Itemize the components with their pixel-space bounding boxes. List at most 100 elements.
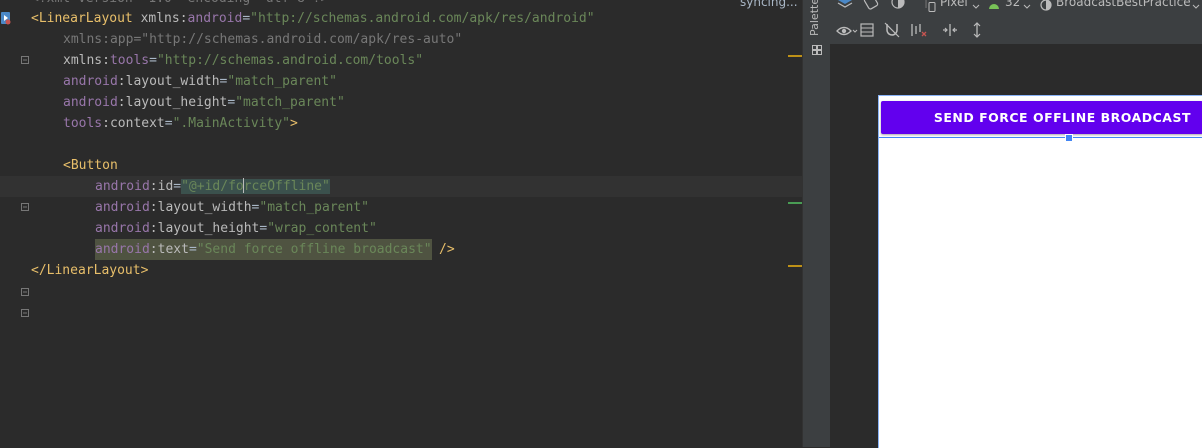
layers-icon[interactable] bbox=[836, 0, 854, 14]
fold-icon[interactable] bbox=[21, 161, 29, 211]
editor-line-12[interactable]: android:text="Send force offline broadca… bbox=[0, 239, 802, 296]
editor-line-10[interactable]: android:layout_width="match_parent" bbox=[0, 197, 802, 218]
selection-outline bbox=[879, 137, 1202, 138]
device-selector[interactable]: Pixel bbox=[940, 0, 968, 9]
equals: = bbox=[188, 242, 197, 257]
tag-close: /> bbox=[439, 242, 455, 257]
colon: : bbox=[117, 74, 126, 89]
editor-line-3[interactable]: xmlns:tools="http://schemas.android.com/… bbox=[0, 50, 802, 71]
attribute-namespace: android bbox=[95, 242, 150, 257]
fold-icon[interactable] bbox=[21, 246, 29, 296]
orientation-icon[interactable] bbox=[862, 0, 880, 14]
colon: : bbox=[117, 95, 126, 110]
code-editor[interactable]: <?xml version="1.0" encoding="utf-8"?> s… bbox=[0, 0, 802, 447]
design-toolbar-top: | Pixel 32 BroadcastBestPractice bbox=[830, 0, 1202, 16]
attribute-name: id bbox=[157, 179, 174, 194]
linearlayout-open-tag: <LinearLayout bbox=[31, 11, 133, 26]
colon: : bbox=[149, 179, 158, 194]
resize-handle[interactable] bbox=[1065, 134, 1073, 142]
magnet-icon[interactable] bbox=[884, 22, 900, 42]
editor-line-9-current[interactable]: android:id="@+id/forceOffline" bbox=[0, 176, 802, 197]
attribute-value: "http://schemas.android.com/apk/res-auto… bbox=[141, 32, 463, 47]
blueprint-icon[interactable] bbox=[860, 22, 874, 41]
colon: : bbox=[149, 200, 158, 215]
colon: : bbox=[179, 11, 188, 26]
xmlns-prefix: xmlns bbox=[63, 53, 103, 68]
attribute-value: ".MainActivity" bbox=[172, 116, 290, 131]
chevron-down-icon[interactable] bbox=[972, 0, 980, 15]
xmlns-prefix: xmlns bbox=[63, 32, 103, 47]
attribute-namespace: android bbox=[95, 221, 150, 236]
attribute-name: context bbox=[109, 116, 165, 131]
attribute-name: layout_height bbox=[125, 95, 228, 110]
attribute-namespace: android bbox=[95, 179, 150, 194]
attribute-value: "Send force offline broadcast" bbox=[196, 242, 432, 257]
night-mode-icon[interactable] bbox=[890, 0, 908, 14]
android-icon[interactable] bbox=[988, 0, 1000, 15]
attribute-value: "match_parent" bbox=[227, 74, 337, 89]
editor-line-7[interactable] bbox=[0, 134, 802, 155]
equals: = bbox=[149, 53, 157, 68]
equals: = bbox=[164, 116, 173, 131]
theme-selector[interactable]: BroadcastBestPractice bbox=[1056, 0, 1191, 9]
namespace-name: app bbox=[109, 32, 134, 47]
equals: = bbox=[173, 179, 182, 194]
vertical-guide-icon[interactable] bbox=[970, 22, 984, 42]
attribute-namespace: tools bbox=[63, 116, 103, 131]
attribute-value: "@+id/fo bbox=[181, 179, 244, 194]
editor-line-8[interactable]: <Button bbox=[0, 155, 802, 211]
fold-icon[interactable] bbox=[21, 14, 29, 64]
attribute-name: layout_width bbox=[157, 200, 252, 215]
warning-marker[interactable] bbox=[788, 265, 802, 267]
attribute-name: layout_width bbox=[125, 74, 220, 89]
attribute-value: "match_parent" bbox=[235, 95, 345, 110]
colon: : bbox=[149, 221, 158, 236]
editor-line-2[interactable]: xmlns:app="http://schemas.android.com/ap… bbox=[0, 29, 802, 50]
attribute-value: "http://schemas.android.com/tools" bbox=[156, 53, 424, 68]
tag-close: > bbox=[290, 116, 298, 131]
namespace-name: android bbox=[187, 11, 243, 26]
attribute-namespace: android bbox=[95, 200, 150, 215]
api-level-selector[interactable]: 32 bbox=[1005, 0, 1020, 9]
editor-line-5[interactable]: android:layout_height="match_parent" bbox=[0, 92, 802, 113]
editor-line-11[interactable]: android:layout_height="wrap_content" bbox=[0, 218, 802, 239]
namespace-name: tools bbox=[109, 53, 150, 68]
editor-line-4[interactable]: android:layout_width="match_parent" bbox=[0, 71, 802, 92]
button-open-tag: <Button bbox=[63, 158, 118, 173]
palette-icon bbox=[812, 40, 822, 59]
colon: : bbox=[102, 116, 110, 131]
editor-line-13[interactable]: </LinearLayout> bbox=[0, 260, 802, 317]
layout-design-panel[interactable]: | Pixel 32 BroadcastBestPractice SEND FO… bbox=[830, 0, 1202, 448]
attribute-name: text bbox=[157, 242, 189, 257]
colon: : bbox=[102, 32, 110, 47]
colon: : bbox=[149, 242, 158, 257]
send-force-offline-button-preview[interactable]: SEND FORCE OFFLINE BROADCAST bbox=[881, 101, 1202, 134]
editor-line-1[interactable]: <LinearLayout xmlns:android="http://sche… bbox=[0, 8, 802, 64]
warning-marker[interactable] bbox=[788, 55, 802, 57]
change-marker[interactable] bbox=[788, 202, 802, 204]
attribute-name: layout_height bbox=[157, 221, 260, 236]
attribute-namespace: android bbox=[63, 74, 118, 89]
attribute-value: "match_parent" bbox=[259, 200, 369, 215]
attribute-value: "http://schemas.android.com/apk/res/andr… bbox=[250, 11, 595, 26]
equals: = bbox=[242, 11, 251, 26]
attribute-value: "wrap_content" bbox=[267, 221, 377, 236]
attribute-value: rceOffline" bbox=[243, 179, 330, 194]
clear-constraints-icon[interactable] bbox=[910, 22, 928, 42]
fold-icon[interactable] bbox=[21, 267, 29, 317]
eye-icon[interactable] bbox=[836, 23, 858, 42]
device-preview-canvas[interactable]: SEND FORCE OFFLINE BROADCAST bbox=[878, 95, 1202, 448]
editor-line-6[interactable]: tools:context=".MainActivity"> bbox=[0, 113, 802, 134]
linearlayout-close-tag: </LinearLayout> bbox=[31, 263, 149, 278]
chevron-down-icon[interactable] bbox=[1192, 0, 1200, 15]
design-toolbar-bottom bbox=[830, 16, 1202, 45]
theme-icon[interactable] bbox=[1040, 0, 1052, 15]
palette-tool-window-strip[interactable]: Palette bbox=[802, 0, 832, 447]
horizontal-guide-icon[interactable] bbox=[942, 22, 958, 42]
palette-label[interactable]: Palette bbox=[808, 0, 821, 36]
colon: : bbox=[102, 53, 110, 68]
device-icon[interactable] bbox=[928, 0, 936, 16]
chevron-down-icon[interactable] bbox=[1023, 0, 1031, 15]
attribute-namespace: android bbox=[63, 95, 118, 110]
xmlns-prefix: xmlns bbox=[132, 11, 180, 26]
